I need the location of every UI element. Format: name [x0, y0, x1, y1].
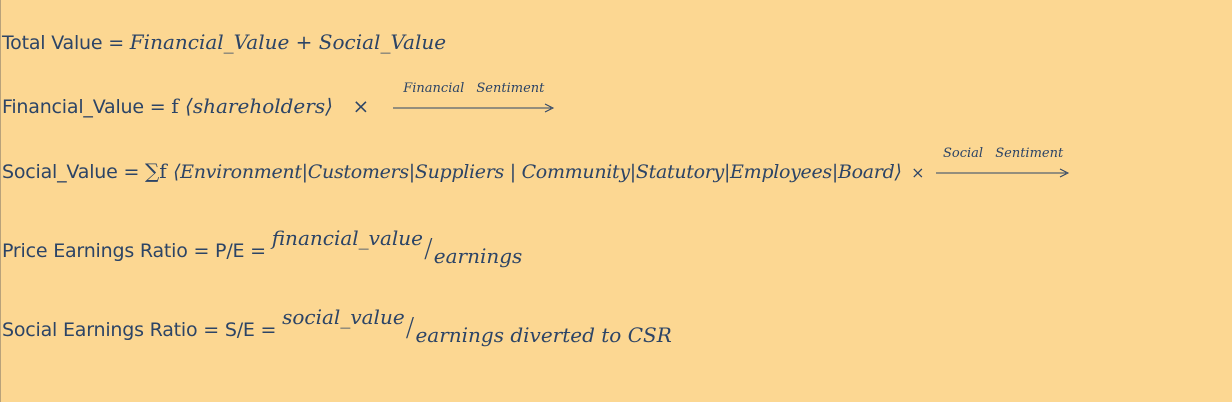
- left-border: [0, 0, 1, 402]
- financial-value-equation: Financial_Value = f ⟨shareholders⟩ × Fin…: [2, 81, 555, 119]
- financial-sentiment-label: Financial Sentiment: [403, 80, 545, 96]
- pe-denominator: earnings: [433, 244, 523, 268]
- total-value-label: Total Value =: [2, 32, 130, 54]
- financial-value-formula: ⟨shareholders⟩: [185, 94, 333, 118]
- total-value-equation: Total Value = Financial_Value + Social_V…: [2, 30, 446, 55]
- times-symbol: ×: [352, 94, 370, 118]
- right-arrow-icon: [936, 168, 1070, 178]
- pe-ratio-label: Price Earnings Ratio = P/E =: [2, 240, 272, 262]
- financial-sentiment-arrow: Financial Sentiment: [392, 81, 555, 113]
- function-symbol: f: [171, 94, 186, 118]
- pe-numerator: financial_value: [271, 226, 423, 250]
- sum-function-symbol: ∑f: [145, 159, 174, 183]
- se-ratio-label: Social Earnings Ratio = S/E =: [2, 319, 283, 341]
- times-symbol: ×: [911, 163, 925, 182]
- social-earnings-ratio-equation: Social Earnings Ratio = S/E = social_val…: [2, 305, 672, 347]
- se-denominator: earnings diverted to CSR: [415, 323, 672, 347]
- social-sentiment-label: Social Sentiment: [943, 145, 1064, 161]
- social-value-formula: ⟨Environment|Customers|Suppliers | Commu…: [173, 161, 902, 183]
- price-earnings-ratio-equation: Price Earnings Ratio = P/E = financial_v…: [2, 226, 522, 268]
- total-value-formula: Financial_Value + Social_Value: [129, 30, 447, 54]
- social-value-equation: Social_Value = ∑f ⟨Environment|Customers…: [2, 146, 1070, 184]
- social-value-label: Social_Value =: [2, 161, 146, 183]
- right-arrow-icon: [392, 103, 554, 113]
- se-slash: /: [405, 313, 415, 343]
- financial-value-label: Financial_Value =: [2, 96, 172, 118]
- social-sentiment-arrow: Social Sentiment: [936, 146, 1070, 178]
- pe-slash: /: [424, 234, 433, 264]
- se-numerator: social_value: [282, 305, 405, 329]
